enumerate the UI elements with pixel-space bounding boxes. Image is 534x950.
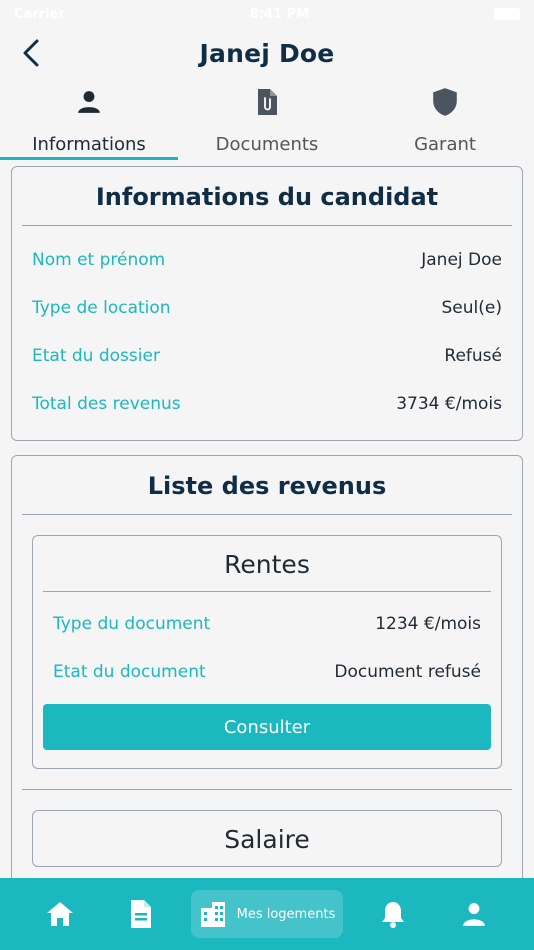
divider <box>22 789 512 790</box>
revenue-list-card: Liste des revenus Rentes Type du documen… <box>11 455 523 950</box>
nav-notifications[interactable] <box>363 890 423 938</box>
battery-icon <box>494 8 520 20</box>
home-icon <box>47 902 74 926</box>
revenue-item-title: Rentes <box>224 550 310 579</box>
info-value: Janej Doe <box>421 250 502 270</box>
tab-label: Informations <box>32 134 146 155</box>
status-bar: Carrier 8:41 PM <box>0 0 534 28</box>
person-icon <box>78 91 100 113</box>
tab-garant[interactable]: Garant <box>356 78 534 160</box>
user-icon <box>462 903 485 926</box>
revenue-key: Type du document <box>53 614 211 634</box>
info-row-rental-type: Type de location Seul(e) <box>12 284 522 332</box>
carrier-label: Carrier <box>14 6 65 22</box>
info-row-total-income: Total des revenus 3734 €/mois <box>12 380 522 428</box>
revenue-item-rentes: Rentes Type du document 1234 €/mois Etat… <box>32 535 502 769</box>
revenue-value: 1234 €/mois <box>375 614 481 634</box>
info-value: Seul(e) <box>441 298 502 318</box>
info-key: Type de location <box>32 298 171 318</box>
back-button[interactable] <box>14 36 48 70</box>
nav-home[interactable] <box>30 890 90 938</box>
revenue-item-salaire: Salaire <box>32 810 502 867</box>
header: Janej Doe <box>0 28 534 78</box>
info-key: Etat du dossier <box>32 346 160 366</box>
revenue-item-title: Salaire <box>224 825 310 854</box>
revenue-key: Etat du document <box>53 662 206 682</box>
info-value: Refusé <box>444 346 502 366</box>
card-title: Liste des revenus <box>147 472 387 500</box>
info-value: 3734 €/mois <box>396 394 502 414</box>
document-clip-icon <box>258 89 277 115</box>
tab-label: Garant <box>414 134 476 155</box>
info-row-name: Nom et prénom Janej Doe <box>12 236 522 284</box>
info-row-status: Etat du dossier Refusé <box>12 332 522 380</box>
divider <box>22 514 512 515</box>
nav-label: Mes logements <box>236 906 336 922</box>
chevron-left-icon <box>23 39 39 67</box>
tab-label: Documents <box>215 134 319 155</box>
card-title: Informations du candidat <box>95 183 439 211</box>
building-icon <box>200 902 225 927</box>
revenue-value: Document refusé <box>334 662 481 682</box>
nav-mes-logements[interactable]: Mes logements <box>190 890 343 938</box>
file-icon <box>130 900 151 928</box>
revenue-row-doc-status: Etat du document Document refusé <box>33 648 501 696</box>
bell-icon <box>382 902 405 928</box>
consult-button[interactable]: Consulter <box>43 704 491 750</box>
nav-documents[interactable] <box>111 890 171 938</box>
nav-profile[interactable] <box>444 890 504 938</box>
status-time: 8:41 PM <box>249 6 310 22</box>
info-key: Total des revenus <box>32 394 181 414</box>
bottom-nav: Mes logements <box>0 878 534 950</box>
tab-bar: Informations Documents Garant <box>0 78 534 160</box>
tab-documents[interactable]: Documents <box>178 78 356 160</box>
tab-informations[interactable]: Informations <box>0 78 178 160</box>
info-key: Nom et prénom <box>32 250 166 270</box>
candidate-info-card: Informations du candidat Nom et prénom J… <box>11 166 523 441</box>
page-title: Janej Doe <box>199 38 335 68</box>
shield-icon <box>433 88 457 116</box>
revenue-row-doc-type: Type du document 1234 €/mois <box>33 600 501 648</box>
